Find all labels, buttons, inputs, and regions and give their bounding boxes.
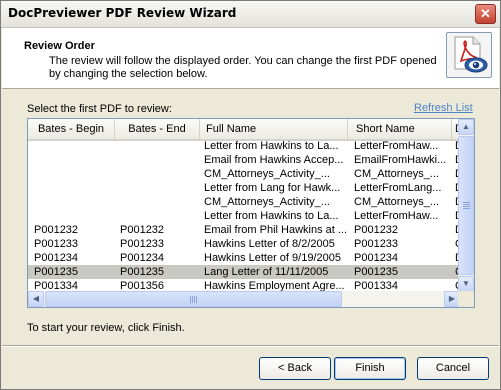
cell-full-name: Lang Letter of 11/11/2005 bbox=[204, 266, 329, 278]
table-row[interactable]: Letter from Hawkins to La... LetterFromHa… bbox=[28, 139, 460, 153]
cell-bates-end bbox=[120, 139, 198, 153]
cell-bates-end bbox=[120, 209, 198, 223]
cell-full-name: Letter from Hawkins to La... bbox=[204, 140, 339, 152]
select-first-pdf-label: Select the first PDF to review: bbox=[27, 103, 172, 115]
page-description: The review will follow the displayed ord… bbox=[49, 55, 437, 80]
back-button[interactable]: < Back bbox=[259, 357, 331, 380]
cell-short-name: P001234 bbox=[354, 252, 399, 264]
list-rows: Letter from Hawkins to La... LetterFromHa… bbox=[28, 139, 460, 292]
pdf-eye-icon bbox=[446, 32, 492, 78]
title-bar: DocPreviewer PDF Review Wizard ✕ bbox=[1, 1, 500, 28]
cell-short-name: CM_Attorneys_... bbox=[354, 168, 439, 180]
cell-full-name: Email from Phil Hawkins at ... bbox=[204, 224, 346, 236]
horizontal-scrollbar[interactable]: ◀ ▶ bbox=[28, 291, 460, 307]
table-row[interactable]: Letter from Hawkins to La... LetterFromHa… bbox=[28, 209, 460, 223]
grip-line bbox=[463, 202, 470, 203]
cell-full-name: CM_Attorneys_Activity_... bbox=[204, 168, 330, 180]
scroll-left-icon[interactable]: ◀ bbox=[28, 291, 44, 307]
table-row[interactable]: CM_Attorneys_Activity_... CM_Attorneys_..… bbox=[28, 195, 460, 209]
grip-line bbox=[194, 296, 195, 303]
refresh-list-link[interactable]: Refresh List bbox=[414, 102, 473, 114]
cell-bates-end bbox=[120, 167, 198, 181]
window-title: DocPreviewer PDF Review Wizard bbox=[8, 6, 237, 20]
table-row[interactable]: P001234 P001234 Hawkins Letter of 9/19/200… bbox=[28, 251, 460, 265]
table-row[interactable]: P001232 P001232 Email from Phil Hawkins at… bbox=[28, 223, 460, 237]
cell-full-name: Letter from Hawkins to La... bbox=[204, 210, 339, 222]
grip-line bbox=[192, 296, 193, 303]
page-title: Review Order bbox=[24, 40, 95, 52]
table-row[interactable]: Letter from Lang for Hawk... LetterFromLa… bbox=[28, 181, 460, 195]
pdf-list[interactable]: Bates - Begin Bates - End Full Name Shor… bbox=[27, 118, 475, 308]
cell-full-name: Email from Hawkins Accep... bbox=[204, 154, 344, 166]
cell-full-name: Hawkins Letter of 9/19/2005 bbox=[204, 252, 341, 264]
scroll-down-icon[interactable]: ▼ bbox=[458, 276, 474, 292]
column-header-bates-end[interactable]: Bates - End bbox=[115, 119, 200, 139]
close-button[interactable]: ✕ bbox=[475, 4, 496, 24]
table-row[interactable]: Email from Hawkins Accep... EmailFromHawk… bbox=[28, 153, 460, 167]
cell-short-name: P001232 bbox=[354, 224, 399, 236]
cell-bates-end: P001235 bbox=[120, 266, 165, 278]
horizontal-scroll-thumb[interactable] bbox=[45, 291, 342, 307]
grip-line bbox=[463, 206, 470, 207]
cell-bates-end bbox=[120, 181, 198, 195]
cell-bates-begin bbox=[34, 195, 114, 209]
cell-short-name: LetterFromLang... bbox=[354, 182, 442, 194]
cell-bates-begin bbox=[34, 167, 114, 181]
cell-short-name: P001235 bbox=[354, 266, 399, 278]
finish-button[interactable]: Finish bbox=[334, 357, 406, 380]
cell-bates-begin bbox=[34, 153, 114, 167]
column-header: Bates - Begin Bates - End Full Name Shor… bbox=[28, 119, 463, 141]
table-row[interactable]: CM_Attorneys_Activity_... CM_Attorneys_..… bbox=[28, 167, 460, 181]
cell-bates-begin: P001234 bbox=[34, 252, 79, 264]
cell-bates-begin: P001233 bbox=[34, 238, 79, 250]
cell-bates-begin bbox=[34, 181, 114, 195]
cell-full-name: CM_Attorneys_Activity_... bbox=[204, 196, 330, 208]
cell-bates-begin: P001232 bbox=[34, 224, 79, 236]
cell-short-name: LetterFromHaw... bbox=[354, 210, 439, 222]
start-instruction: To start your review, click Finish. bbox=[27, 322, 185, 334]
cell-bates-begin bbox=[34, 209, 114, 223]
cell-short-name: LetterFromHaw... bbox=[354, 140, 439, 152]
scroll-up-icon[interactable]: ▲ bbox=[458, 119, 474, 135]
cell-bates-end: P001234 bbox=[120, 252, 165, 264]
vertical-scroll-thumb[interactable] bbox=[458, 136, 474, 275]
cell-short-name: CM_Attorneys_... bbox=[354, 196, 439, 208]
cancel-button[interactable]: Cancel bbox=[417, 357, 489, 380]
grip-line bbox=[196, 296, 197, 303]
cell-bates-begin: P001235 bbox=[34, 266, 79, 278]
grip-line bbox=[463, 208, 470, 209]
wizard-header: Review Order The review will follow the … bbox=[2, 28, 499, 89]
table-row[interactable]: P001235 P001235 Lang Letter of 11/11/2005 P… bbox=[28, 265, 460, 279]
cell-bates-begin bbox=[34, 139, 114, 153]
cell-bates-end bbox=[120, 153, 198, 167]
cell-short-name: EmailFromHawki... bbox=[354, 154, 447, 166]
cell-bates-end: P001232 bbox=[120, 224, 165, 236]
table-row[interactable]: P001233 P001233 Hawkins Letter of 8/2/2005… bbox=[28, 237, 460, 251]
column-header-short-name[interactable]: Short Name bbox=[348, 119, 452, 139]
footer-divider bbox=[2, 345, 499, 347]
grip-line bbox=[463, 204, 470, 205]
wizard-window: DocPreviewer PDF Review Wizard ✕ Review … bbox=[0, 0, 501, 390]
cell-bates-end: P001233 bbox=[120, 238, 165, 250]
cell-short-name: P001233 bbox=[354, 238, 399, 250]
column-header-bates-begin[interactable]: Bates - Begin bbox=[28, 119, 115, 139]
vertical-scrollbar[interactable]: ▲ ▼ bbox=[458, 119, 474, 292]
scroll-corner bbox=[458, 291, 474, 307]
cell-full-name: Letter from Lang for Hawk... bbox=[204, 182, 341, 194]
grip-line bbox=[190, 296, 191, 303]
cell-full-name: Hawkins Letter of 8/2/2005 bbox=[204, 238, 335, 250]
cell-bates-end bbox=[120, 195, 198, 209]
column-header-full-name[interactable]: Full Name bbox=[200, 119, 348, 139]
